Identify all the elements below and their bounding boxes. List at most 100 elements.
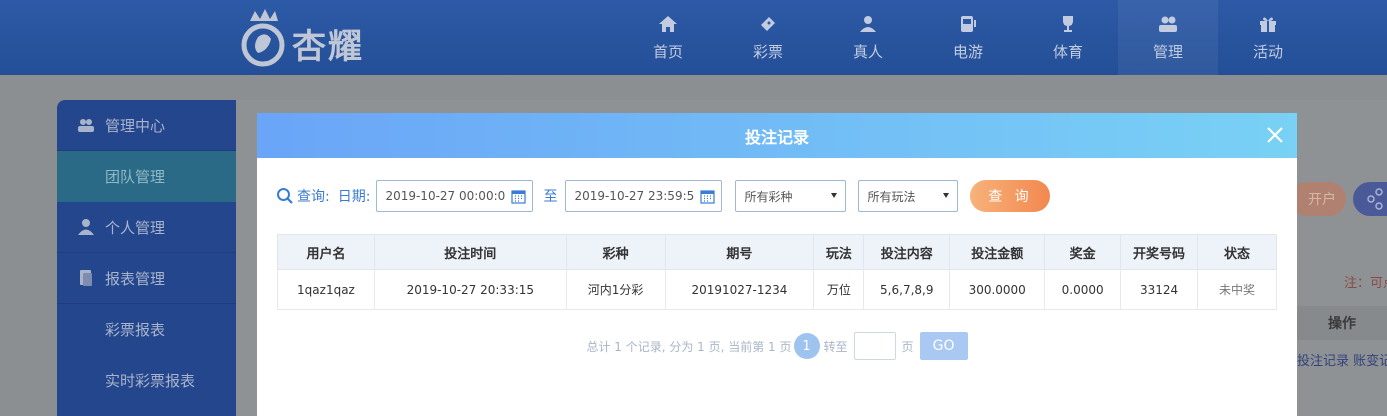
sidebar-item-label: 个人管理 [105, 218, 166, 237]
chevron-down-icon [831, 193, 838, 198]
column-header: 投注时间 [373, 234, 567, 270]
site-logo[interactable]: 杏耀 [238, 6, 364, 70]
live-dealer-icon [860, 16, 876, 32]
nav-label: 首页 [652, 43, 683, 61]
column-header: 开奖号码 [1120, 234, 1199, 270]
table-row: 1qaz1qaz 2019-10-27 20:33:15 河内1分彩 20191027… [277, 269, 1277, 310]
table-cell: 5,6,7,8,9 [863, 269, 951, 310]
start-date-field[interactable] [376, 180, 534, 212]
report-icon [80, 270, 92, 286]
modal-title: 投注记录 [744, 127, 809, 147]
end-date-input[interactable] [574, 189, 695, 203]
table-cell: 33124 [1120, 269, 1199, 310]
background-note: 注：可点 [1344, 276, 1387, 291]
open-account-button[interactable]: 开户 [1290, 182, 1346, 216]
page-unit-label: 页 [901, 339, 914, 354]
table-cell: 河内1分彩 [565, 269, 666, 310]
column-header: 奖金 [1044, 234, 1122, 270]
sidebar: 管理中心 团队管理 个人管理 报表管理 彩票报表 实时彩票报表 [57, 100, 236, 416]
nav-manage[interactable]: 管理 [1118, 0, 1218, 75]
play-type-value: 所有玩法 [867, 189, 916, 204]
column-header: 彩种 [565, 234, 666, 270]
nav-lottery[interactable]: 彩票 [718, 0, 818, 75]
pager-summary: 总计 1 个记录, 分为 1 页, 当前第 1 页 [586, 339, 792, 354]
column-header: 投注金额 [949, 234, 1046, 270]
logo-text: 杏耀 [292, 26, 364, 67]
main-nav: 首页 彩票 真人 电游 体育 管理 活动 [618, 0, 1318, 75]
goto-label: 转至 [823, 339, 848, 354]
table-cell: 2019-10-27 20:33:15 [373, 269, 567, 310]
trophy-icon [1063, 16, 1073, 32]
sidebar-item-label: 彩票报表 [105, 321, 166, 339]
users-icon [1159, 16, 1177, 32]
operations-links[interactable]: 投注记录 账变记录 [1297, 350, 1387, 369]
query-label: 查询: [297, 189, 330, 205]
chevron-down-icon [943, 193, 950, 198]
page-number-current[interactable]: 1 [793, 333, 820, 359]
column-header: 状态 [1197, 234, 1277, 270]
search-icon [277, 188, 293, 204]
column-header: 投注内容 [863, 234, 951, 270]
nav-label: 电游 [952, 43, 983, 61]
home-icon [659, 16, 677, 32]
modal-header: 投注记录 [257, 113, 1297, 158]
nav-sports[interactable]: 体育 [1018, 0, 1118, 75]
query-button[interactable]: 查 询 [970, 180, 1051, 212]
lottery-type-select[interactable]: 所有彩种 [735, 180, 847, 212]
bet-records-table: 用户名 投注时间 彩种 期号 玩法 投注内容 投注金额 奖金 开奖号码 状态 1qaz1qaz 20… [277, 234, 1277, 310]
nav-label: 彩票 [752, 43, 783, 61]
to-label: 至 [543, 189, 558, 205]
top-header: 杏耀 首页 彩票 真人 电游 体育 管理 活动 [0, 0, 1387, 75]
sidebar-item-label: 团队管理 [105, 168, 166, 186]
go-button[interactable]: GO [919, 332, 968, 360]
column-header: 玩法 [813, 234, 865, 270]
table-cell: 0.0000 [1044, 269, 1122, 310]
calendar-icon[interactable] [700, 189, 716, 204]
sidebar-item-realtime-lottery-report[interactable]: 实时彩票报表 [57, 355, 236, 406]
share-button[interactable] [1353, 182, 1387, 216]
nav-activity[interactable]: 活动 [1218, 0, 1318, 75]
nav-label: 真人 [852, 43, 883, 61]
column-header: 期号 [664, 234, 815, 270]
share-icon [1367, 188, 1383, 210]
sidebar-item-team-management[interactable]: 团队管理 [57, 151, 236, 202]
nav-label: 活动 [1252, 43, 1283, 61]
pagination: 总计 1 个记录, 分为 1 页, 当前第 1 页 1 转至 页 GO [257, 331, 1297, 361]
table-cell: 300.0000 [949, 269, 1046, 310]
logo-crown-icon [241, 9, 285, 67]
table-cell: 未中奖 [1197, 269, 1277, 310]
operations-header: 操作 [1297, 306, 1387, 340]
table-cell: 万位 [813, 269, 865, 310]
table-header-row: 用户名 投注时间 彩种 期号 玩法 投注内容 投注金额 奖金 开奖号码 状态 [277, 234, 1277, 270]
bet-records-modal: 投注记录 查询: 日期: 至 所有彩种 所有玩法 查 询 用户 [257, 113, 1297, 416]
gift-icon [1260, 17, 1276, 32]
nav-live[interactable]: 真人 [818, 0, 918, 75]
sidebar-item-lottery-report[interactable]: 彩票报表 [57, 304, 236, 355]
users-icon [78, 119, 94, 132]
nav-label: 管理 [1152, 43, 1183, 61]
sidebar-item-personal-management[interactable]: 个人管理 [57, 202, 236, 253]
close-icon[interactable] [1263, 123, 1287, 147]
sidebar-item-label: 实时彩票报表 [105, 372, 196, 390]
sidebar-item-label: 管理中心 [105, 116, 166, 135]
sidebar-item-label: 报表管理 [105, 269, 166, 288]
user-icon [78, 219, 94, 235]
nav-egames[interactable]: 电游 [918, 0, 1018, 75]
column-header: 用户名 [277, 234, 375, 270]
calendar-icon[interactable] [511, 189, 527, 204]
play-type-select[interactable]: 所有玩法 [858, 180, 959, 212]
nav-label: 体育 [1052, 43, 1083, 61]
sidebar-item-report-management[interactable]: 报表管理 [57, 253, 236, 304]
goto-page-input[interactable] [853, 332, 896, 360]
nav-home[interactable]: 首页 [618, 0, 718, 75]
date-label: 日期: [337, 189, 371, 205]
table-cell: 1qaz1qaz [277, 269, 375, 310]
sidebar-item-management-center[interactable]: 管理中心 [57, 100, 236, 151]
end-date-field[interactable] [565, 180, 723, 212]
slot-machine-icon [961, 16, 976, 32]
table-cell: 20191027-1234 [664, 269, 815, 310]
ticket-icon [761, 17, 775, 31]
open-account-label: 开户 [1308, 192, 1336, 208]
start-date-input[interactable] [385, 189, 506, 203]
lottery-type-value: 所有彩种 [744, 189, 793, 204]
